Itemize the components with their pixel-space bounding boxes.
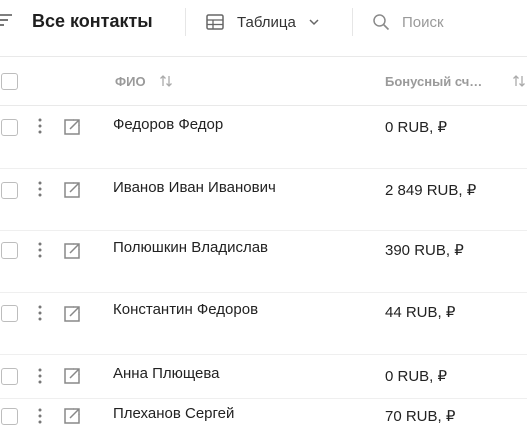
open-external-icon[interactable]: [62, 366, 82, 386]
open-external-icon[interactable]: [62, 117, 82, 137]
row-checkbox[interactable]: [1, 368, 18, 385]
more-vertical-icon[interactable]: [34, 407, 46, 425]
toolbar: Все контакты Таблица: [0, 0, 527, 44]
contact-name: Полюшкин Владислав: [113, 239, 269, 256]
table-row[interactable]: Плеханов Сергей 70 RUB, ₽: [0, 399, 527, 443]
table-row[interactable]: Полюшкин Владислав 390 RUB, ₽: [0, 231, 527, 293]
row-checkbox[interactable]: [1, 182, 18, 199]
more-vertical-icon[interactable]: [34, 241, 46, 259]
bonus-value: 0 RUB, ₽: [385, 368, 448, 385]
row-checkbox[interactable]: [1, 242, 18, 259]
more-vertical-icon[interactable]: [34, 367, 46, 385]
view-switcher-label: Таблица: [237, 13, 296, 31]
search-input[interactable]: [402, 13, 512, 31]
table-row[interactable]: Федоров Федор 0 RUB, ₽: [0, 106, 527, 169]
contact-name: Плеханов Сергей: [113, 405, 235, 422]
open-external-icon[interactable]: [62, 180, 82, 200]
row-checkbox[interactable]: [1, 119, 18, 136]
view-switcher[interactable]: Таблица: [206, 8, 320, 36]
bonus-value: 70 RUB, ₽: [385, 408, 456, 425]
toolbar-divider: [185, 8, 186, 36]
open-external-icon[interactable]: [62, 241, 82, 261]
contact-name: Федоров Федор: [113, 116, 224, 133]
table-header: ФИО Бонусный сч…: [0, 56, 527, 106]
contact-name: Анна Плющева: [113, 365, 220, 382]
search-box: [372, 8, 522, 36]
search-icon[interactable]: [372, 13, 390, 31]
open-external-icon[interactable]: [62, 406, 82, 426]
bonus-value: 2 849 RUB, ₽: [385, 182, 477, 199]
row-checkbox[interactable]: [1, 305, 18, 322]
menu-icon[interactable]: [0, 13, 12, 27]
table-row[interactable]: Иванов Иван Иванович 2 849 RUB, ₽: [0, 169, 527, 231]
contact-name: Константин Федоров: [113, 301, 259, 318]
column-header-fio[interactable]: ФИО: [115, 74, 146, 89]
open-external-icon[interactable]: [62, 304, 82, 324]
column-header-bonus[interactable]: Бонусный сч…: [385, 74, 482, 89]
more-vertical-icon[interactable]: [34, 304, 46, 322]
select-all-checkbox[interactable]: [1, 73, 18, 90]
page-title: Все контакты: [32, 11, 153, 31]
bonus-value: 0 RUB, ₽: [385, 119, 448, 136]
table-row[interactable]: Анна Плющева 0 RUB, ₽: [0, 355, 527, 399]
more-vertical-icon[interactable]: [34, 180, 46, 198]
table-icon: [206, 14, 224, 30]
contact-name: Иванов Иван Иванович: [113, 179, 276, 196]
bonus-value: 390 RUB, ₽: [385, 242, 464, 259]
sort-icon[interactable]: [159, 74, 173, 88]
sort-icon[interactable]: [512, 74, 526, 88]
table-row[interactable]: Константин Федоров 44 RUB, ₽: [0, 293, 527, 355]
chevron-down-icon: [309, 19, 319, 26]
bonus-value: 44 RUB, ₽: [385, 304, 456, 321]
toolbar-divider: [352, 8, 353, 36]
more-vertical-icon[interactable]: [34, 117, 46, 135]
row-checkbox[interactable]: [1, 408, 18, 425]
